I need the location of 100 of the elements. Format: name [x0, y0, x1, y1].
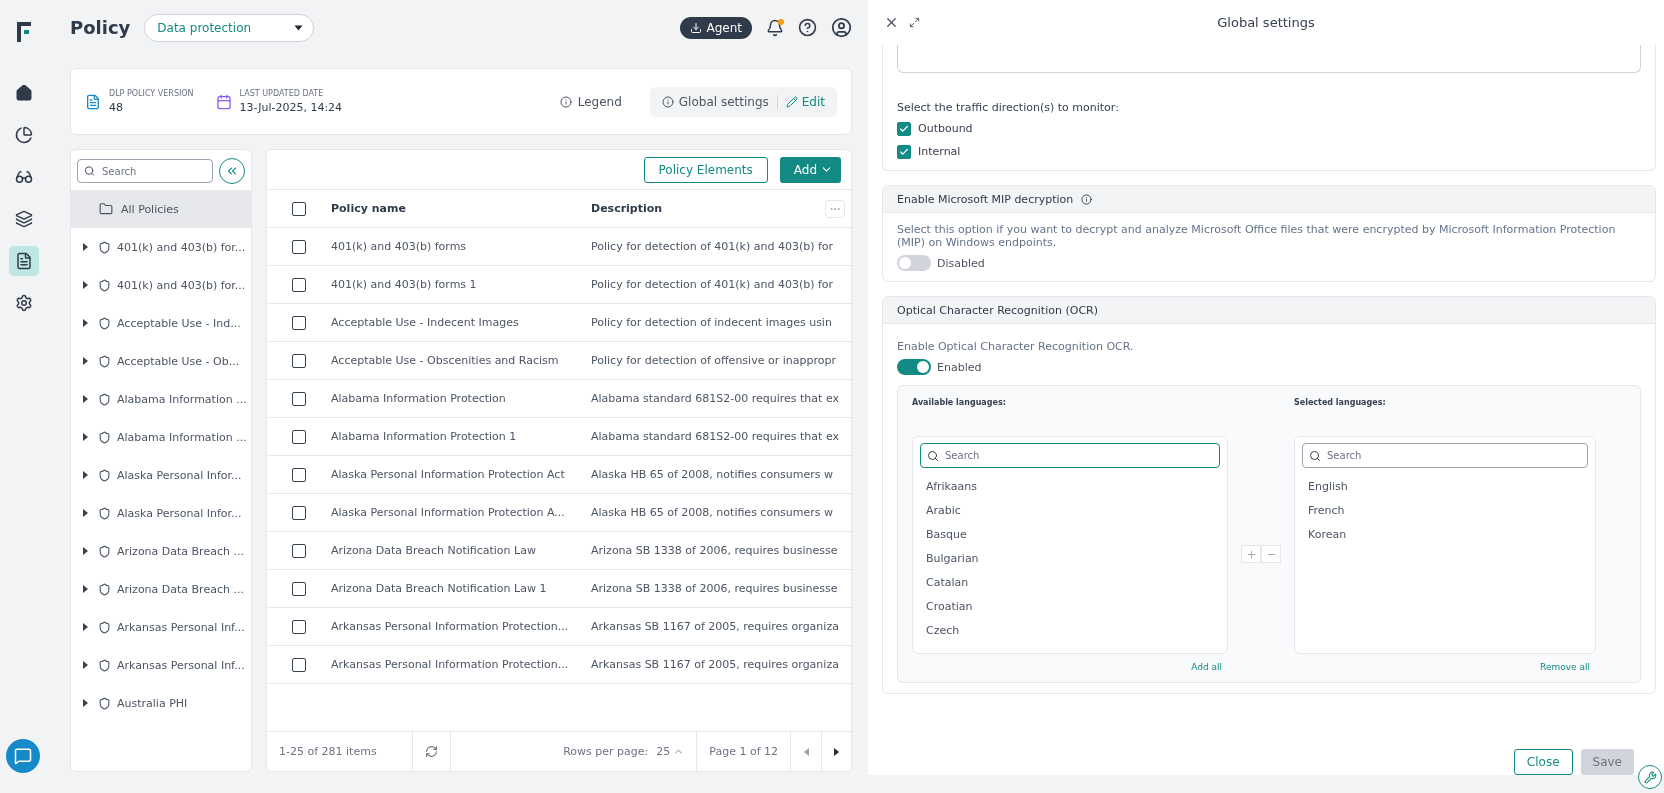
add-button[interactable]: Add	[779, 156, 841, 183]
column-header: Description	[591, 202, 663, 215]
direction-checkbox[interactable]	[897, 144, 911, 159]
expand-icon[interactable]	[909, 17, 920, 28]
nav-button[interactable]	[9, 246, 39, 276]
close-icon[interactable]	[884, 15, 899, 30]
row-checkbox[interactable]	[292, 467, 306, 482]
shield-icon	[98, 430, 111, 444]
language-item[interactable]: Bulgarian	[920, 546, 1220, 570]
language-item[interactable]: French	[1302, 498, 1588, 522]
rows-per-page-label: Rows per page:	[563, 745, 649, 758]
rows-per-page-select[interactable]: 25	[656, 745, 685, 758]
row-checkbox[interactable]	[292, 657, 306, 672]
table-cell-text: Arizona SB 1338 of 2006, requires businesse	[591, 582, 839, 595]
row-checkbox[interactable]	[292, 581, 306, 596]
table-cell-text: Alabama Information Protection 1	[331, 430, 518, 443]
shield-icon	[98, 620, 111, 634]
table-cell-text: Arizona SB 1338 of 2006, requires businesse	[591, 544, 839, 557]
tree-item[interactable]: Arkansas Personal Inf...	[71, 646, 251, 684]
language-item[interactable]: Afrikaans	[920, 474, 1220, 498]
tree-item[interactable]: Australia PHI	[71, 684, 251, 722]
language-item[interactable]: Arabic	[920, 498, 1220, 522]
language-item[interactable]: Catalan	[920, 570, 1220, 594]
search-field[interactable]: Search	[1302, 443, 1588, 468]
language-item[interactable]: English	[1302, 474, 1588, 498]
list-action-link[interactable]: Remove all	[1540, 662, 1590, 672]
bell-icon	[766, 18, 784, 37]
table-cell-text: Alaska Personal Information Protection A...	[331, 506, 566, 519]
language-item[interactable]: Croatian	[920, 594, 1220, 618]
chat-icon	[14, 747, 32, 765]
table-cell-text: Alaska HB 65 of 2008, notifies consumers w	[591, 506, 835, 519]
tree-item[interactable]: Arizona Data Breach ...	[71, 532, 251, 570]
toggle-switch[interactable]	[897, 359, 931, 375]
row-checkbox[interactable]	[292, 239, 306, 254]
tree-item[interactable]: Alaska Personal Infor...	[71, 456, 251, 494]
row-checkbox[interactable]	[292, 505, 306, 520]
search-field[interactable]: Search	[920, 443, 1220, 468]
select-all-checkbox[interactable]	[292, 201, 306, 216]
search-field[interactable]: Search	[77, 159, 213, 183]
tree-item[interactable]: Alaska Personal Infor...	[71, 494, 251, 532]
chat-button[interactable]	[6, 739, 40, 773]
language-item[interactable]: Czech	[920, 618, 1220, 642]
language-item[interactable]: Korean	[1302, 522, 1588, 546]
agent-button[interactable]: Agent	[680, 16, 752, 39]
shield-icon	[98, 316, 111, 330]
global-settings-label: Global settings	[678, 94, 769, 109]
tree-item-label: Arkansas Personal Inf...	[117, 620, 245, 634]
section-title: Enable Microsoft MIP decryption	[897, 192, 1074, 206]
tree-item-label: Acceptable Use - Ind...	[117, 316, 241, 330]
help-button[interactable]	[798, 18, 817, 37]
table-cell-text: Acceptable Use - Obscenities and Racism	[331, 354, 560, 367]
shield-icon	[98, 506, 111, 520]
row-checkbox[interactable]	[292, 277, 306, 292]
tree-item-label: Arizona Data Breach ...	[117, 582, 244, 596]
tree-item[interactable]: Alabama Information ...	[71, 418, 251, 456]
pie-chart-icon	[15, 126, 33, 144]
row-checkbox[interactable]	[292, 353, 306, 368]
check-icon	[899, 123, 909, 134]
tree-item[interactable]: Alabama Information ...	[71, 380, 251, 418]
toggle-switch[interactable]	[897, 255, 931, 271]
policy-elements-button[interactable]: Policy Elements	[643, 156, 768, 183]
tree-item[interactable]: Acceptable Use - Ind...	[71, 304, 251, 342]
calendar-icon	[215, 93, 232, 110]
checkbox-label: Internal	[918, 145, 961, 158]
download-icon	[690, 21, 703, 34]
folder-icon	[99, 202, 113, 216]
list-label: Available languages:	[912, 398, 1007, 409]
version-value: 48	[109, 101, 124, 114]
tools-button[interactable]	[1638, 765, 1662, 789]
shield-icon	[98, 582, 111, 596]
plus-icon	[1245, 548, 1257, 560]
notifications-button[interactable]	[766, 18, 784, 37]
tree-item[interactable]: Acceptable Use - Ob...	[71, 342, 251, 380]
row-checkbox[interactable]	[292, 429, 306, 444]
section-title: Optical Character Recognition (OCR)	[897, 303, 1098, 317]
table-cell-text: Alabama Information Protection	[331, 392, 507, 405]
legend-button[interactable]: Legend	[553, 93, 628, 110]
refresh-icon[interactable]	[425, 745, 438, 758]
edit-link[interactable]: Edit	[785, 94, 825, 109]
table-cell-text: Policy for detection of offensive or inappropr	[591, 354, 837, 367]
close-button[interactable]: Close	[1513, 749, 1573, 775]
row-checkbox[interactable]	[292, 315, 306, 330]
tree-item[interactable]: Arizona Data Breach ...	[71, 570, 251, 608]
row-checkbox[interactable]	[292, 543, 306, 558]
collapse-button[interactable]	[219, 158, 245, 184]
check-icon	[899, 146, 909, 157]
row-checkbox[interactable]	[292, 391, 306, 406]
info-icon	[559, 95, 572, 108]
settings-icon	[15, 294, 33, 312]
shield-icon	[98, 240, 111, 254]
tree-item[interactable]: Arkansas Personal Inf...	[71, 608, 251, 646]
tree-item[interactable]: 401(k) and 403(b) for...	[71, 228, 251, 266]
policy-type-dropdown[interactable]: Data protection	[144, 13, 315, 42]
language-item[interactable]: Basque	[920, 522, 1220, 546]
tree-item[interactable]: All Policies	[71, 190, 251, 228]
tree-item[interactable]: 401(k) and 403(b) for...	[71, 266, 251, 304]
avatar-icon[interactable]	[831, 17, 852, 38]
direction-checkbox[interactable]	[897, 121, 911, 136]
list-action-link[interactable]: Add all	[1191, 662, 1222, 672]
row-checkbox[interactable]	[292, 619, 306, 634]
